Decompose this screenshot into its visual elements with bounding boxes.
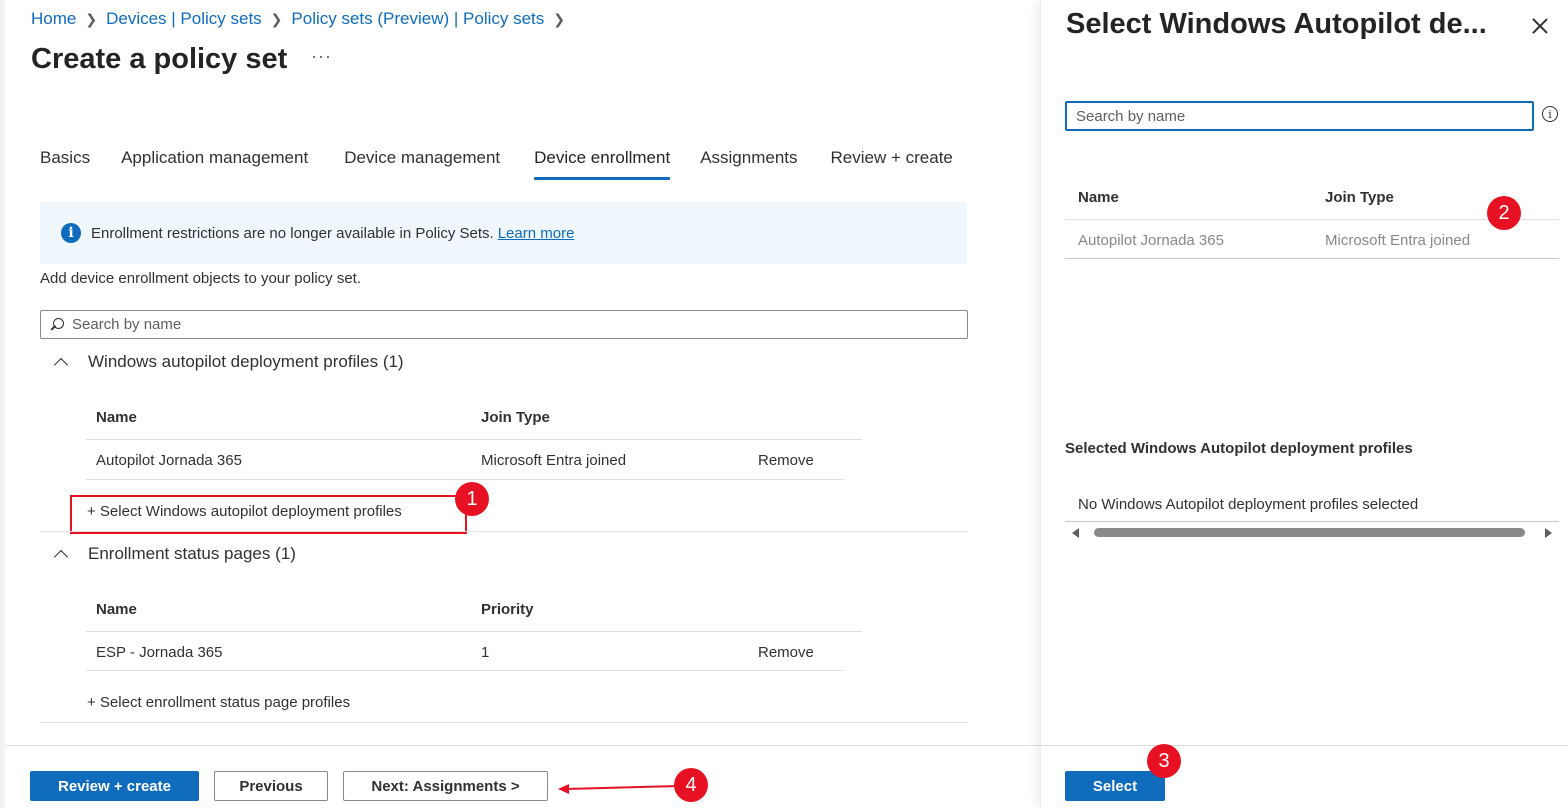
section-divider — [40, 722, 968, 723]
info-banner-text: Enrollment restrictions are no longer av… — [91, 224, 494, 242]
panel-row-join-type[interactable]: Microsoft Entra joined — [1325, 232, 1470, 249]
info-icon[interactable]: i — [1542, 106, 1558, 122]
column-header-priority: Priority — [481, 601, 534, 618]
autopilot-remove-link[interactable]: Remove — [758, 452, 814, 469]
close-icon[interactable] — [1531, 17, 1549, 35]
search-input[interactable]: Search by name — [40, 310, 968, 339]
table-divider — [86, 439, 862, 440]
chevron-up-icon — [54, 356, 66, 368]
selected-empty-text: No Windows Autopilot deployment profiles… — [1078, 496, 1419, 513]
panel-title: Select Windows Autopilot de... — [1066, 8, 1487, 40]
intro-text: Add device enrollment objects to your po… — [40, 270, 361, 287]
esp-row-name: ESP - Jornada 365 — [96, 644, 223, 661]
chevron-right-icon: ❯ — [270, 10, 283, 27]
scroll-right-icon[interactable] — [1545, 528, 1552, 538]
tab-basics[interactable]: Basics — [40, 148, 90, 180]
selected-profiles-heading: Selected Windows Autopilot deployment pr… — [1065, 440, 1413, 457]
review-create-button[interactable]: Review + create — [30, 771, 199, 801]
tab-device-management[interactable]: Device management — [344, 148, 500, 180]
tab-device-enrollment[interactable]: Device enrollment — [534, 148, 671, 180]
panel-search-placeholder: Search by name — [1076, 107, 1186, 125]
autopilot-row-name: Autopilot Jornada 365 — [96, 452, 242, 469]
chevron-right-icon: ❯ — [85, 10, 98, 27]
table-divider — [1065, 258, 1559, 259]
wizard-tabs: Basics Application management Device man… — [40, 148, 953, 180]
left-edge — [0, 0, 5, 808]
footer-divider — [6, 745, 1040, 746]
table-divider — [1065, 219, 1559, 220]
esp-section-title: Enrollment status pages (1) — [88, 544, 296, 563]
annotation-badge-1: 1 — [455, 482, 489, 516]
column-header-name: Name — [96, 601, 137, 618]
breadcrumb-policy-sets-preview[interactable]: Policy sets (Preview) | Policy sets — [291, 9, 544, 29]
select-esp-profiles-link[interactable]: + Select enrollment status page profiles — [87, 694, 350, 711]
breadcrumb-home[interactable]: Home — [31, 9, 76, 29]
panel-column-header-name: Name — [1078, 189, 1119, 206]
esp-row-priority: 1 — [481, 644, 490, 661]
chevron-right-icon: ❯ — [553, 10, 566, 27]
table-divider — [1065, 521, 1559, 522]
learn-more-link[interactable]: Learn more — [498, 225, 575, 242]
panel-column-header-join-type: Join Type — [1325, 189, 1394, 206]
tab-review-create[interactable]: Review + create — [831, 148, 953, 180]
table-divider — [86, 670, 844, 671]
panel-search-input[interactable]: Search by name — [1065, 101, 1534, 131]
scrollbar-thumb[interactable] — [1094, 528, 1525, 537]
search-placeholder: Search by name — [72, 316, 182, 333]
autopilot-section-header[interactable]: Windows autopilot deployment profiles (1… — [54, 352, 404, 372]
table-divider — [86, 631, 862, 632]
more-options-icon[interactable]: ··· — [311, 46, 332, 67]
annotation-badge-2: 2 — [1487, 196, 1521, 230]
autopilot-row-join-type: Microsoft Entra joined — [481, 452, 627, 469]
breadcrumb-devices-policy-sets[interactable]: Devices | Policy sets — [106, 9, 262, 29]
esp-remove-link[interactable]: Remove — [758, 644, 814, 661]
scroll-left-icon[interactable] — [1072, 528, 1079, 538]
panel-footer-divider — [1041, 745, 1568, 746]
tab-assignments[interactable]: Assignments — [700, 148, 797, 180]
breadcrumb: Home ❯ Devices | Policy sets ❯ Policy se… — [31, 9, 574, 29]
info-banner: i Enrollment restrictions are no longer … — [40, 202, 967, 264]
table-divider — [86, 479, 844, 480]
annotation-badge-3: 3 — [1147, 744, 1181, 778]
annotation-badge-4: 4 — [674, 768, 708, 802]
tab-application-management[interactable]: Application management — [121, 148, 308, 180]
autopilot-section-title: Windows autopilot deployment profiles (1… — [88, 352, 404, 371]
panel-row-name[interactable]: Autopilot Jornada 365 — [1078, 232, 1224, 249]
page-title: Create a policy set — [31, 43, 288, 75]
info-icon: i — [61, 223, 81, 243]
column-header-join-type: Join Type — [481, 409, 550, 426]
search-icon — [50, 317, 64, 332]
select-button[interactable]: Select — [1065, 771, 1165, 801]
previous-button[interactable]: Previous — [214, 771, 328, 801]
select-autopilot-profiles-link[interactable]: + Select Windows autopilot deployment pr… — [87, 503, 402, 520]
chevron-up-icon — [54, 548, 66, 560]
esp-section-header[interactable]: Enrollment status pages (1) — [54, 544, 296, 564]
section-divider — [40, 531, 968, 532]
column-header-name: Name — [96, 409, 137, 426]
next-assignments-button[interactable]: Next: Assignments > — [343, 771, 548, 801]
annotation-arrow-icon — [558, 784, 681, 794]
